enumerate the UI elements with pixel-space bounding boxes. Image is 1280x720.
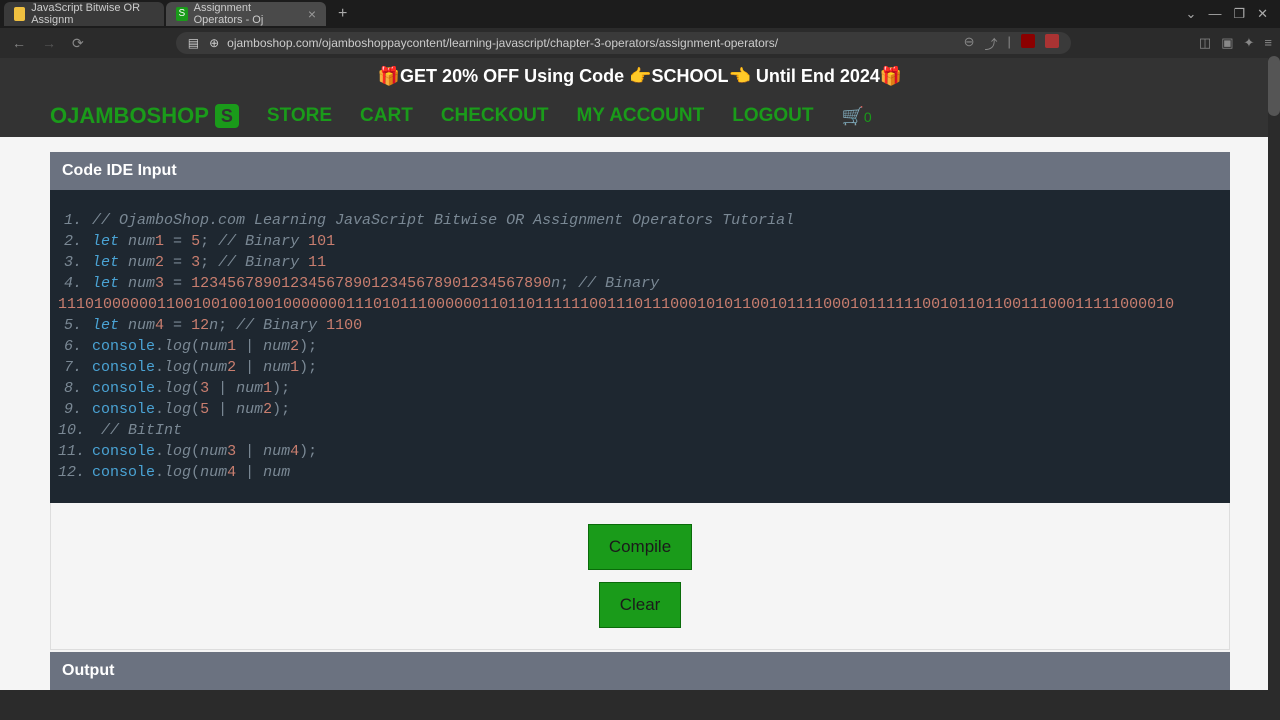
line-number: 4.: [58, 273, 82, 294]
line-number: 3.: [58, 252, 82, 273]
code-line[interactable]: 1110100000011001001001001000000011101011…: [58, 294, 1222, 315]
promo-banner: 🎁GET 20% OFF Using Code 👉SCHOOL👈 Until E…: [0, 58, 1280, 95]
forward-button: →: [38, 33, 60, 53]
code-line[interactable]: 8.console.log(3 | num1);: [58, 378, 1222, 399]
line-number: 9.: [58, 399, 82, 420]
browser-tab-inactive[interactable]: JavaScript Bitwise OR Assignm: [4, 2, 164, 26]
chevron-down-icon[interactable]: ⌄: [1186, 6, 1197, 22]
ide-buttons: Compile Clear: [50, 503, 1230, 650]
brand-text: OJAMBOSHOP: [50, 103, 209, 129]
code-line[interactable]: 4.let num3 = 123456789012345678901234567…: [58, 273, 1222, 294]
clear-button[interactable]: Clear: [599, 582, 682, 628]
line-number: 6.: [58, 336, 82, 357]
page-scrollbar[interactable]: [1268, 56, 1280, 720]
minimize-icon[interactable]: —: [1208, 6, 1221, 22]
url-text: ojamboshop.com/ojamboshoppaycontent/lear…: [227, 36, 963, 50]
back-button[interactable]: ←: [8, 33, 30, 53]
line-number: 5.: [58, 315, 82, 336]
code-line[interactable]: 1.// OjamboShop.com Learning JavaScript …: [58, 210, 1222, 231]
code-line[interactable]: 6.console.log(num1 | num2);: [58, 336, 1222, 357]
code-line[interactable]: 2.let num1 = 5; // Binary 101: [58, 231, 1222, 252]
nav-logout[interactable]: LOGOUT: [732, 105, 813, 127]
nav-account[interactable]: MY ACCOUNT: [576, 105, 704, 127]
code-line[interactable]: 7.console.log(num2 | num1);: [58, 357, 1222, 378]
compile-button[interactable]: Compile: [588, 524, 692, 570]
maximize-icon[interactable]: ❐: [1233, 6, 1245, 22]
reader-icon[interactable]: ▤: [188, 36, 199, 50]
line-number: 12.: [58, 462, 82, 483]
extension-icon[interactable]: [1045, 34, 1059, 48]
page-content: Code IDE Input 1.// OjamboShop.com Learn…: [0, 137, 1280, 690]
browser-tab-active[interactable]: S Assignment Operators - Oj ×: [166, 2, 326, 26]
divider: |: [1008, 34, 1011, 53]
cart-count: 0: [864, 109, 872, 125]
ide-input-header: Code IDE Input: [50, 152, 1230, 190]
tab-favicon: [14, 7, 25, 21]
nav-checkout[interactable]: CHECKOUT: [441, 105, 549, 127]
extension-ublock-icon[interactable]: [1021, 34, 1035, 48]
brand-icon: S: [215, 104, 239, 128]
site-navbar: OJAMBOSHOP S STORE CART CHECKOUT MY ACCO…: [0, 95, 1280, 137]
close-icon[interactable]: ✕: [1257, 6, 1268, 22]
cart-icon[interactable]: 🛒0: [842, 106, 872, 127]
address-bar[interactable]: ▤ ⊕ ojamboshop.com/ojamboshoppaycontent/…: [176, 32, 1071, 54]
promo-text: 🎁GET 20% OFF Using Code 👉SCHOOL👈 Until E…: [378, 66, 903, 86]
customize-icon[interactable]: ✦: [1244, 35, 1255, 51]
panel-icon[interactable]: ▣: [1221, 35, 1233, 51]
nav-store[interactable]: STORE: [267, 105, 332, 127]
line-number: 1.: [58, 210, 82, 231]
tab-close-icon[interactable]: ×: [302, 6, 316, 22]
code-line[interactable]: 9.console.log(5 | num2);: [58, 399, 1222, 420]
tab-favicon: S: [176, 7, 188, 21]
brand-logo[interactable]: OJAMBOSHOP S: [50, 103, 239, 129]
scrollbar-thumb[interactable]: [1268, 56, 1280, 116]
tab-title: Assignment Operators - Oj: [194, 2, 302, 26]
line-number: 8.: [58, 378, 82, 399]
browser-titlebar: JavaScript Bitwise OR Assignm S Assignme…: [0, 0, 1280, 28]
sidebar-icon[interactable]: ◫: [1199, 35, 1211, 51]
reload-button[interactable]: ⟳: [68, 33, 88, 54]
tab-title: JavaScript Bitwise OR Assignm: [31, 2, 154, 26]
code-line[interactable]: 11.console.log(num3 | num4);: [58, 441, 1222, 462]
code-editor[interactable]: 1.// OjamboShop.com Learning JavaScript …: [50, 190, 1230, 503]
line-number: 10.: [58, 420, 82, 441]
site-info-icon[interactable]: ⊕: [209, 36, 219, 50]
ide-output-header: Output: [50, 652, 1230, 690]
code-line[interactable]: 10. // BitInt: [58, 420, 1222, 441]
zoom-icon[interactable]: ⊖: [964, 34, 975, 53]
line-number: 11.: [58, 441, 82, 462]
menu-icon[interactable]: ≡: [1264, 35, 1272, 51]
code-line[interactable]: 12.console.log(num4 | num: [58, 462, 1222, 483]
code-line[interactable]: 3.let num2 = 3; // Binary 11: [58, 252, 1222, 273]
nav-cart[interactable]: CART: [360, 105, 413, 127]
code-line[interactable]: 5.let num4 = 12n; // Binary 1100: [58, 315, 1222, 336]
line-number: 2.: [58, 231, 82, 252]
line-number: 7.: [58, 357, 82, 378]
share-icon[interactable]: ⤴: [985, 34, 998, 53]
browser-toolbar: ← → ⟳ ▤ ⊕ ojamboshop.com/ojamboshoppayco…: [0, 28, 1280, 58]
new-tab-button[interactable]: +: [328, 5, 357, 23]
